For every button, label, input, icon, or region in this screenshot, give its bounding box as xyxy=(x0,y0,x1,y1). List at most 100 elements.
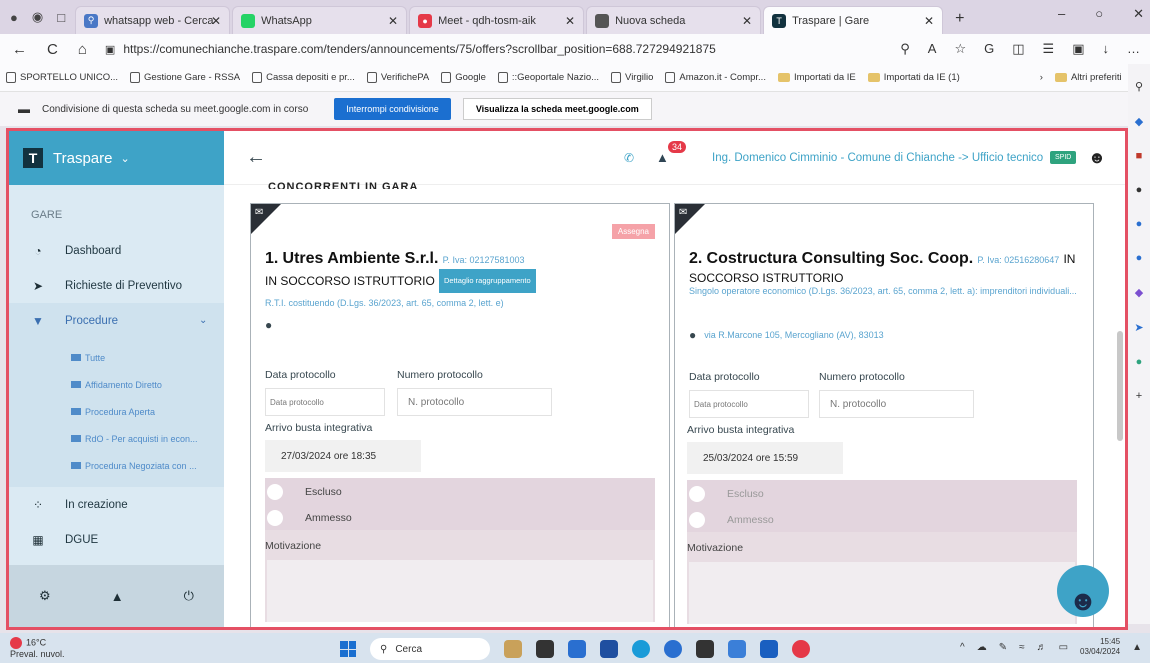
battery-icon[interactable]: ▭ xyxy=(1059,642,1068,653)
bookmark-item[interactable]: Amazon.it - Compr... xyxy=(665,72,766,83)
data-protocollo-input[interactable]: Data protocollo xyxy=(689,390,809,418)
assistant-avatar-button[interactable]: ☻ xyxy=(1057,565,1109,617)
search-icon[interactable]: ⚲ xyxy=(1135,80,1143,93)
reload-icon[interactable]: C xyxy=(47,41,58,58)
chevron-right-icon[interactable]: › xyxy=(1040,72,1043,83)
close-icon[interactable]: ✕ xyxy=(565,14,575,28)
stop-sharing-button[interactable]: Interrompi condivisione xyxy=(334,98,451,120)
close-icon[interactable]: ✕ xyxy=(388,14,398,28)
teams-icon[interactable] xyxy=(568,640,586,658)
back-arrow-icon[interactable]: ← xyxy=(246,146,266,169)
new-tab-button[interactable]: + xyxy=(955,10,964,28)
zoom-icon[interactable]: ⚲ xyxy=(900,41,910,57)
group-detail-button[interactable]: Dettaglio raggruppamento xyxy=(438,269,536,293)
circle-app-icon[interactable]: ● xyxy=(1136,356,1143,368)
home-icon[interactable]: ⌂ xyxy=(78,41,87,58)
user-icon[interactable]: ▲ xyxy=(111,589,124,604)
sidebar-item-procedure[interactable]: ▼ Procedure ⌄ xyxy=(9,303,224,338)
submenu-item-rdo[interactable]: RdO - Per acquisti in econ... xyxy=(9,425,224,452)
tab-whatsapp-search[interactable]: ⚲ whatsapp web - Cerca ✕ xyxy=(75,6,231,34)
profile-icon[interactable]: ● xyxy=(10,10,18,25)
taskbar-search[interactable]: ⚲ Cerca xyxy=(370,638,490,660)
sidebar-item-dashboard[interactable]: ◔ Dashboard xyxy=(9,233,224,268)
window-close-icon[interactable]: ✕ xyxy=(1133,6,1144,22)
task-view-icon[interactable] xyxy=(536,640,554,658)
file-explorer-icon[interactable] xyxy=(600,640,618,658)
minimize-icon[interactable]: – xyxy=(1058,6,1065,22)
tab-traspare[interactable]: T Traspare | Gare ✕ xyxy=(763,6,944,34)
power-icon[interactable]: ⏻ xyxy=(184,588,194,604)
data-protocollo-input[interactable]: Data protocollo xyxy=(265,388,385,416)
bookmark-folder[interactable]: Importati da IE (1) xyxy=(867,72,960,83)
split-screen-icon[interactable]: ◫ xyxy=(1012,41,1024,57)
escluso-radio[interactable] xyxy=(267,484,283,500)
bookmark-item[interactable]: Virgilio xyxy=(611,72,653,83)
sidebar-item-richieste[interactable]: ➤ Richieste di Preventivo xyxy=(9,268,224,303)
outlook-icon[interactable] xyxy=(760,640,778,658)
outlook-icon[interactable]: ● xyxy=(1136,252,1143,264)
submenu-item-aperta[interactable]: Procedura Aperta xyxy=(9,398,224,425)
collections-icon[interactable]: ▣ xyxy=(1072,41,1084,57)
people-icon[interactable]: ● xyxy=(1136,184,1143,196)
send-icon[interactable]: ➤ xyxy=(1134,321,1143,334)
workspaces-icon[interactable]: ◉ xyxy=(32,9,43,25)
motivazione-textarea[interactable] xyxy=(689,562,1075,624)
tab-meet[interactable]: ● Meet - qdh-tosm-aik ✕ xyxy=(409,6,585,34)
bookmark-folder[interactable]: Altri preferiti xyxy=(1054,72,1122,83)
downloads-icon[interactable]: ↓ xyxy=(1103,41,1110,57)
tab-actions-icon[interactable]: □ xyxy=(57,10,65,25)
assign-button[interactable]: Assegna xyxy=(611,224,655,239)
bookmark-item[interactable]: VerifichePA xyxy=(366,72,429,83)
bookmark-item[interactable]: ::Geoportale Nazio... xyxy=(497,72,599,83)
settings-icon[interactable]: ⚙ xyxy=(39,588,51,604)
read-aloud-icon[interactable]: A xyxy=(928,41,937,57)
numero-protocollo-input[interactable]: N. protocollo xyxy=(819,390,974,418)
weather-widget[interactable]: 16°C Preval. nuvol. xyxy=(10,637,65,660)
more-icon[interactable]: … xyxy=(1127,41,1140,57)
add-icon[interactable]: + xyxy=(1136,390,1142,402)
bookmark-item[interactable]: Google xyxy=(441,72,486,83)
tab-new[interactable]: Nuova scheda ✕ xyxy=(586,6,762,34)
ammesso-radio[interactable] xyxy=(689,512,705,528)
app-icon[interactable] xyxy=(728,640,746,658)
volume-icon[interactable]: ♬ xyxy=(1037,642,1047,653)
favorite-star-icon[interactable]: ☆ xyxy=(954,41,966,57)
submenu-item-tutte[interactable]: Tutte xyxy=(9,344,224,371)
notification-bell-icon[interactable]: ▲ xyxy=(1132,642,1142,653)
store-icon[interactable] xyxy=(696,640,714,658)
chevron-up-icon[interactable]: ^ xyxy=(960,642,965,653)
edge-icon[interactable] xyxy=(632,640,650,658)
bookmark-item[interactable]: SPORTELLO UNICO... xyxy=(6,72,118,83)
submenu-item-negoziata[interactable]: Procedura Negoziata con ... xyxy=(9,452,224,479)
view-tab-button[interactable]: Visualizza la scheda meet.google.com xyxy=(462,98,652,120)
phone-icon[interactable]: ✆ xyxy=(624,151,634,165)
restore-icon[interactable]: ○ xyxy=(1095,6,1103,22)
back-icon[interactable]: ← xyxy=(12,41,27,58)
pen-icon[interactable]: ✎ xyxy=(999,642,1007,653)
avatar[interactable]: ☻ xyxy=(1088,148,1106,168)
bell-icon[interactable]: ▲ xyxy=(656,150,669,165)
close-icon[interactable]: ✕ xyxy=(211,14,221,28)
windows-start-icon[interactable] xyxy=(340,641,356,657)
bookmark-item[interactable]: Gestione Gare - RSSA xyxy=(130,72,240,83)
chrome-icon[interactable] xyxy=(664,640,682,658)
widgets-icon[interactable] xyxy=(504,640,522,658)
extension-icon[interactable]: G xyxy=(984,41,994,57)
page-scrollbar[interactable] xyxy=(1117,331,1123,441)
games-icon[interactable]: ◆ xyxy=(1135,286,1143,299)
bookmark-item[interactable]: Cassa depositi e pr... xyxy=(252,72,355,83)
bookmark-folder[interactable]: Importati da IE xyxy=(777,72,856,83)
close-icon[interactable]: ✕ xyxy=(742,14,752,28)
office-icon[interactable]: ● xyxy=(1136,218,1143,230)
wifi-icon[interactable]: ≈ xyxy=(1019,642,1025,653)
sidebar-item-in-creazione[interactable]: ⁘ In creazione xyxy=(9,487,224,522)
clock[interactable]: 15:45 03/04/2024 xyxy=(1080,637,1120,657)
user-name[interactable]: Ing. Domenico Cimminio - Comune di Chian… xyxy=(712,152,1043,164)
submenu-item-affidamento[interactable]: Affidamento Diretto xyxy=(9,371,224,398)
tag-icon[interactable]: ◆ xyxy=(1135,115,1143,128)
escluso-radio[interactable] xyxy=(689,486,705,502)
url-field[interactable]: https://comunechianche.traspare.com/tend… xyxy=(123,42,716,56)
motivazione-textarea[interactable] xyxy=(267,560,653,622)
numero-protocollo-input[interactable]: N. protocollo xyxy=(397,388,552,416)
favorites-icon[interactable]: ☰ xyxy=(1043,41,1055,57)
